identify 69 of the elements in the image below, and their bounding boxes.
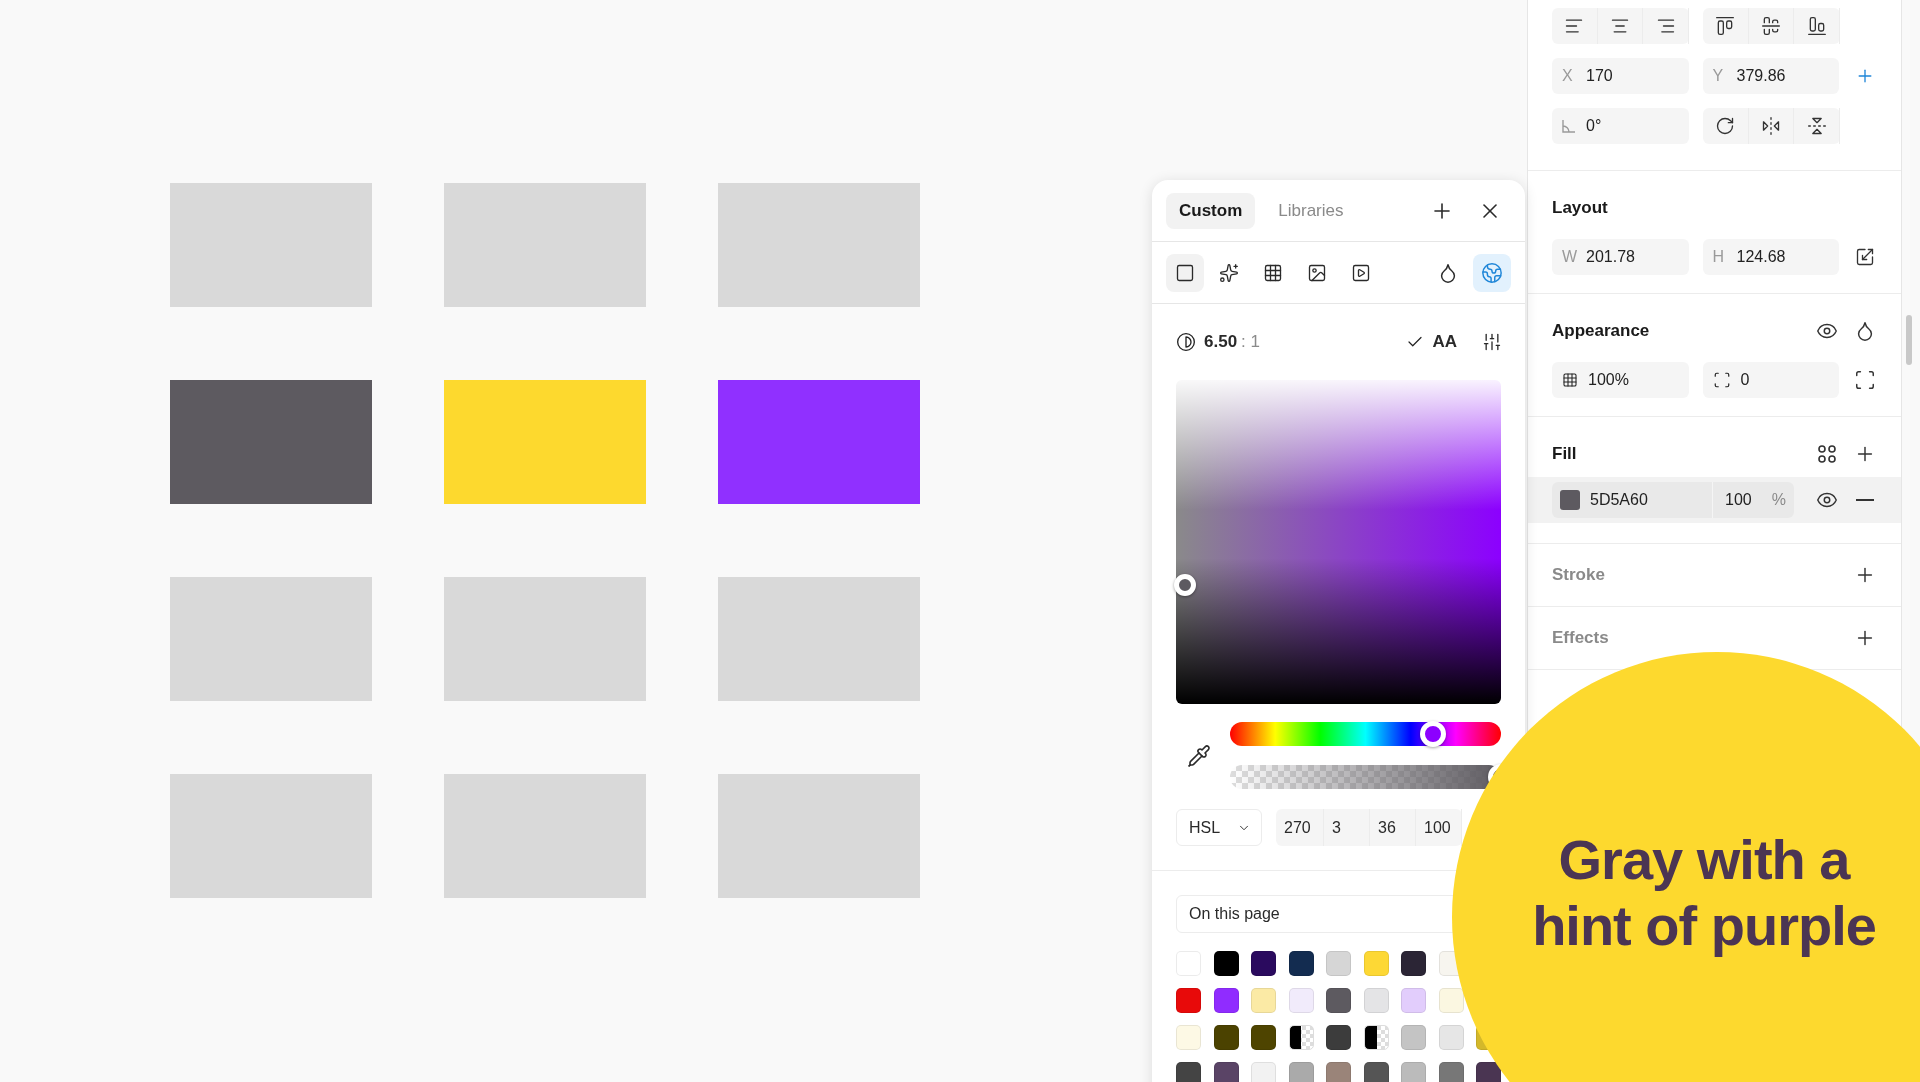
value-field[interactable]: 270 — [1276, 809, 1324, 846]
field-value: 124.68 — [1736, 248, 1786, 266]
section-title: Fill — [1552, 444, 1578, 464]
field-label: H — [1712, 248, 1726, 266]
minus-icon — [1856, 499, 1874, 501]
grid-icon — [1263, 262, 1283, 283]
flip-vertical-icon — [1806, 116, 1827, 136]
sliders-icon — [1482, 332, 1502, 352]
align-bottom-icon — [1806, 16, 1827, 36]
color-swatch[interactable] — [1288, 1025, 1314, 1050]
field-value: 201.78 — [1586, 248, 1635, 266]
number-field[interactable]: H 124.68 — [1702, 239, 1840, 275]
section-title: Stroke — [1552, 565, 1606, 585]
square-icon — [1175, 262, 1195, 283]
color-handle[interactable] — [1174, 574, 1196, 596]
eyedropper-icon — [1187, 743, 1211, 768]
field-label: X — [1562, 67, 1574, 85]
hex-value: 5D5A60 — [1590, 491, 1648, 509]
flip-horizontal-icon — [1761, 116, 1781, 136]
opacity-value: 100 — [1725, 491, 1752, 509]
hue-slider[interactable] — [1230, 722, 1501, 746]
number-field[interactable]: W 201.78 — [1552, 239, 1689, 275]
section-title: Appearance — [1552, 321, 1651, 341]
value-field[interactable]: 3 — [1324, 809, 1370, 846]
color-model-dropdown[interactable]: HSL — [1176, 809, 1262, 846]
angle-icon — [1562, 119, 1576, 133]
callout-text: Gray with a hint of purple — [1531, 827, 1877, 960]
field-value: 0 — [1740, 371, 1750, 389]
tab[interactable]: Custom — [1166, 192, 1256, 229]
field-value: 170 — [1586, 67, 1613, 85]
saturation-field[interactable] — [1176, 380, 1501, 704]
corners-icon — [1854, 369, 1877, 391]
slider-thumb[interactable] — [1420, 721, 1447, 747]
contrast-icon — [1176, 332, 1196, 352]
section-title: Layout — [1552, 198, 1609, 218]
corner-radius-icon — [1712, 371, 1731, 389]
align-middle-icon — [1761, 16, 1781, 36]
field-value: 0° — [1586, 117, 1602, 135]
color-chip[interactable] — [1560, 490, 1580, 510]
play-icon — [1351, 262, 1371, 283]
contrast-rating: AA — [1432, 332, 1457, 352]
value-field[interactable]: 100 — [1416, 809, 1462, 846]
rotate-icon — [1715, 116, 1736, 136]
field-label: W — [1562, 248, 1576, 266]
contrast-ratio: 6.50 — [1204, 332, 1238, 352]
value-field[interactable]: 36 — [1370, 809, 1416, 846]
resize-icon — [1855, 247, 1876, 267]
styles-button[interactable] — [1815, 442, 1839, 466]
field-value: 100% — [1588, 371, 1629, 389]
fill-field[interactable]: 5D5A60 100 % — [1552, 482, 1794, 518]
percent-unit: % — [1771, 491, 1786, 509]
image-icon — [1307, 262, 1327, 283]
corner-radius-field[interactable]: 0 — [1702, 362, 1840, 398]
rotation-field[interactable]: 0° — [1552, 108, 1689, 144]
ratio-scale: : 1 — [1241, 332, 1260, 352]
align-top-icon — [1715, 16, 1736, 36]
section-title: Effects — [1552, 628, 1610, 648]
field-label: Y — [1712, 67, 1725, 85]
number-field[interactable]: Y 379.86 — [1702, 58, 1840, 94]
opacity-field[interactable]: 100% — [1552, 362, 1689, 398]
field-value: 379.86 — [1736, 67, 1786, 85]
globe-icon — [1481, 261, 1503, 284]
paint-type-button[interactable] — [1166, 253, 1204, 292]
scrollbar-thumb[interactable] — [1906, 315, 1912, 365]
number-field[interactable]: X 170 — [1552, 58, 1689, 94]
four-dots-icon — [1817, 444, 1837, 464]
corners-button[interactable] — [1853, 368, 1877, 392]
color-swatch[interactable] — [1363, 1025, 1389, 1050]
opacity-icon — [1562, 372, 1578, 388]
